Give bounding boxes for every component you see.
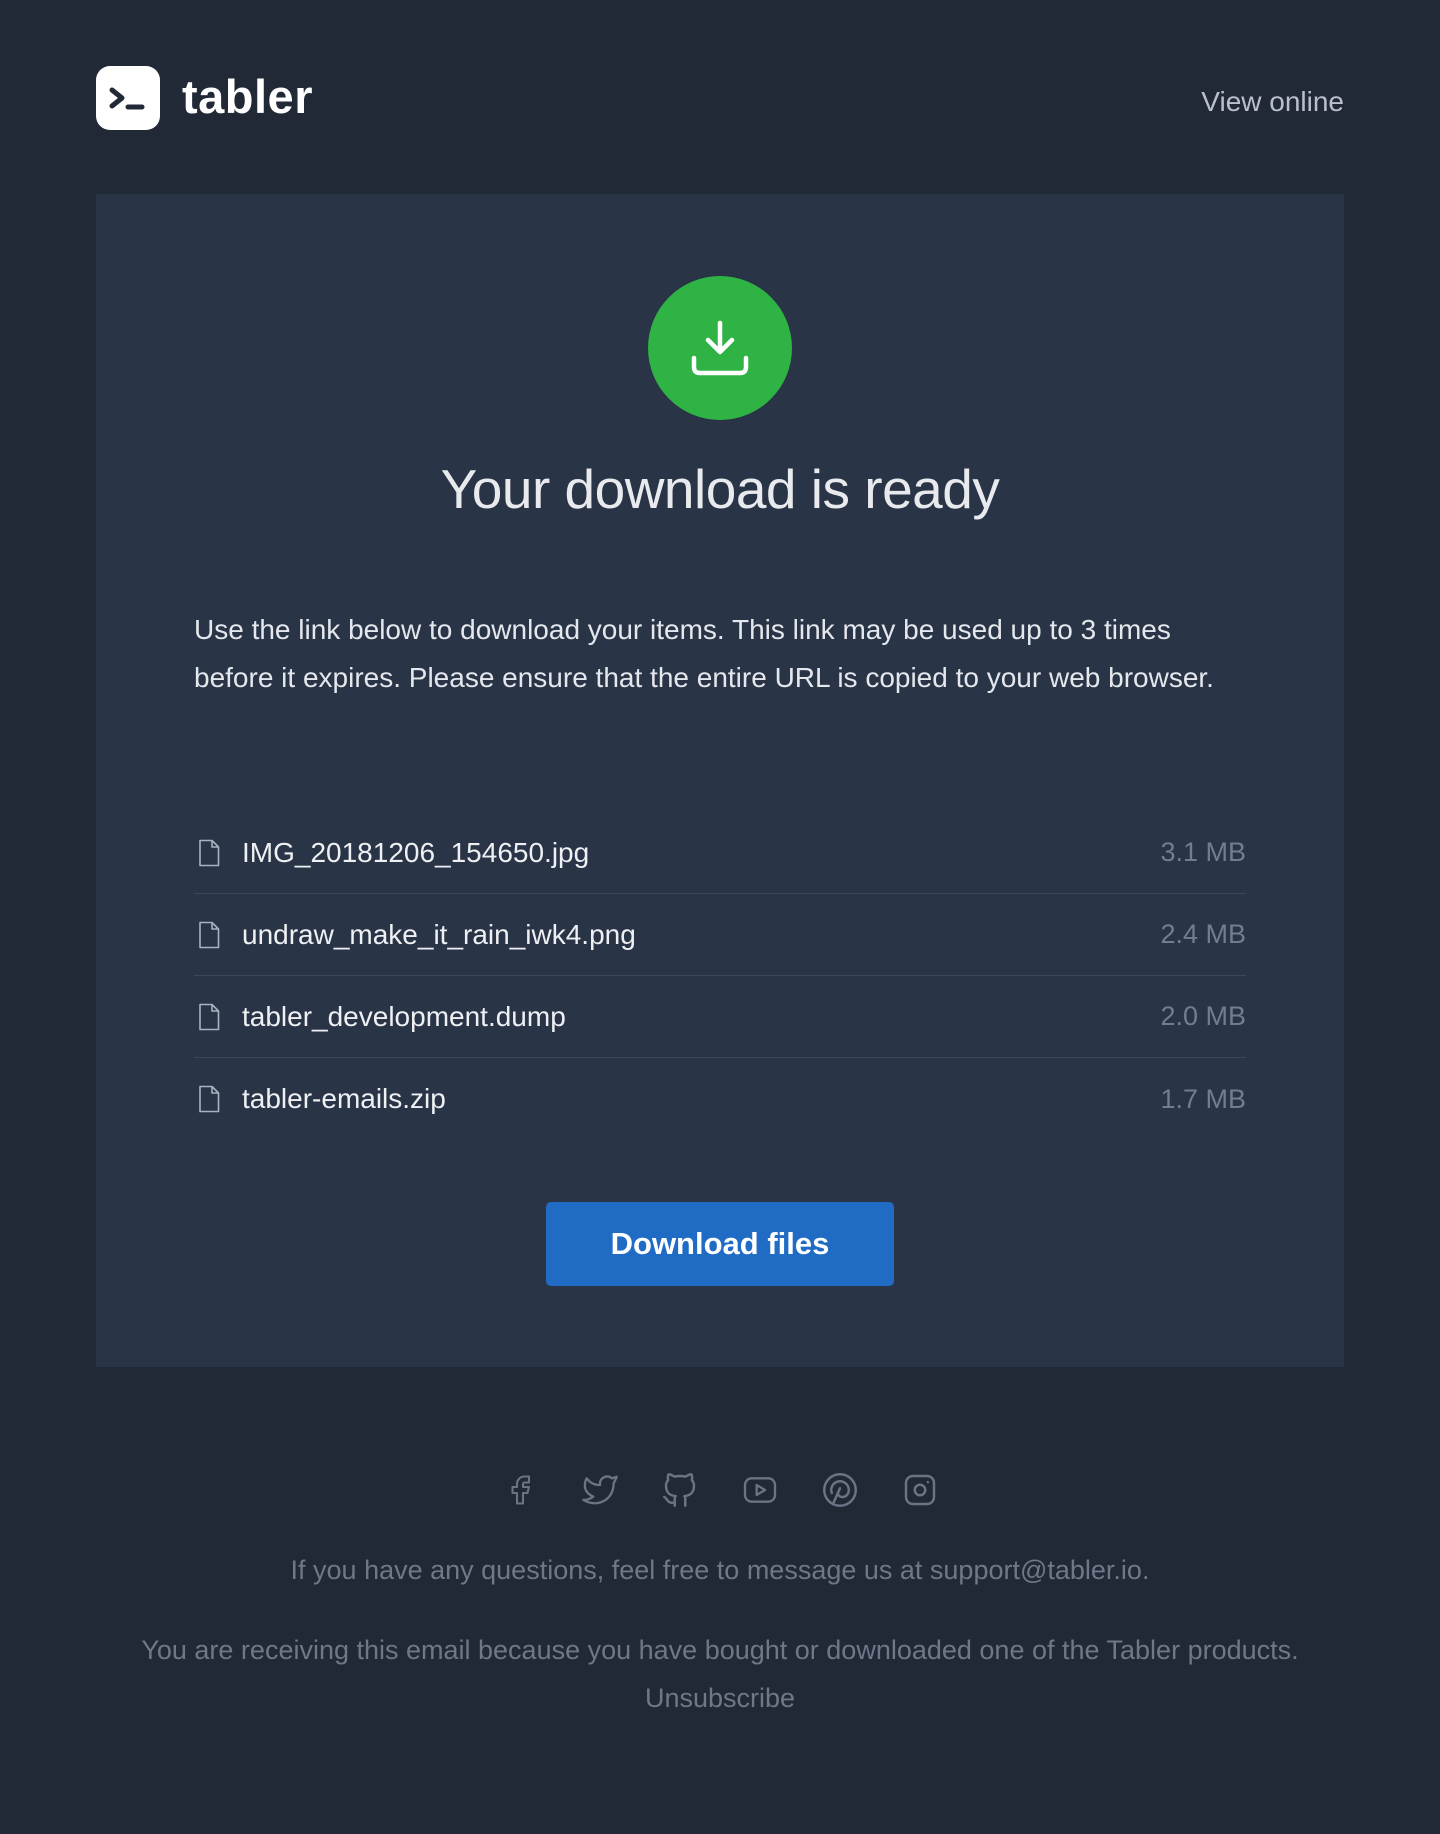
footer-receiving-block: You are receiving this email because you… — [0, 1626, 1440, 1722]
facebook-icon[interactable] — [496, 1466, 544, 1514]
file-size: 2.4 MB — [1160, 919, 1246, 949]
download-files-button[interactable]: Download files — [546, 1202, 894, 1286]
file-list: IMG_20181206_154650.jpg 3.1 MB undraw_ma… — [194, 812, 1246, 1140]
email-card: Your download is ready Use the link belo… — [96, 194, 1344, 1367]
file-name: undraw_make_it_rain_iwk4.png — [242, 918, 636, 950]
brand[interactable]: tabler — [96, 66, 313, 130]
file-size: 3.1 MB — [1160, 837, 1246, 867]
brand-name: tabler — [182, 69, 313, 123]
file-name: tabler-emails.zip — [242, 1083, 446, 1114]
file-icon — [194, 1085, 242, 1113]
file-name: IMG_20181206_154650.jpg — [242, 836, 590, 868]
file-size: 2.0 MB — [1160, 1001, 1246, 1031]
file-icon — [194, 839, 242, 867]
file-icon — [194, 1003, 242, 1031]
file-row: undraw_make_it_rain_iwk4.png 2.4 MB — [194, 894, 1246, 976]
pinterest-icon[interactable] — [816, 1466, 864, 1514]
footer-receiving-text: You are receiving this email because you… — [141, 1635, 1299, 1665]
file-name: tabler_development.dump — [242, 1000, 566, 1032]
twitter-icon[interactable] — [576, 1466, 624, 1514]
file-icon — [194, 921, 242, 949]
download-icon — [648, 276, 792, 420]
email-header: tabler View online — [96, 66, 1344, 130]
youtube-icon[interactable] — [736, 1466, 784, 1514]
file-row: tabler_development.dump 2.0 MB — [194, 976, 1246, 1058]
view-online-link[interactable]: View online — [1201, 88, 1344, 116]
tabler-logo-icon — [96, 66, 160, 130]
social-links — [0, 1466, 1440, 1514]
intro-text: Use the link below to download your item… — [194, 614, 1214, 693]
file-row: IMG_20181206_154650.jpg 3.1 MB — [194, 812, 1246, 894]
footer-questions-text: If you have any questions, feel free to … — [290, 1555, 1150, 1585]
file-row: tabler-emails.zip 1.7 MB — [194, 1058, 1246, 1140]
file-size: 1.7 MB — [1160, 1083, 1246, 1114]
github-icon[interactable] — [656, 1466, 704, 1514]
unsubscribe-link[interactable]: Unsubscribe — [645, 1683, 795, 1713]
page-title: Your download is ready — [440, 458, 1000, 520]
instagram-icon[interactable] — [896, 1466, 944, 1514]
